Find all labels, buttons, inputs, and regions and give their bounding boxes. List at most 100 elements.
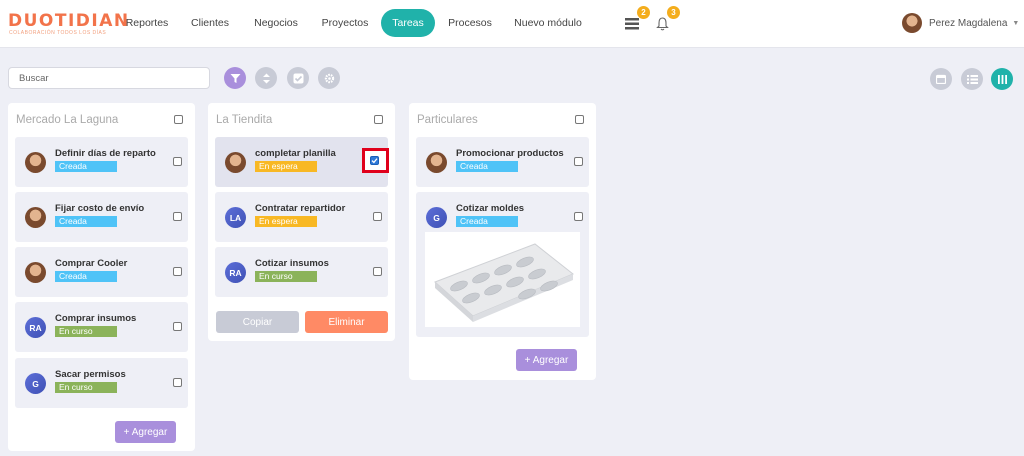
nav-negocios[interactable]: Negocios xyxy=(248,9,304,37)
task-card[interactable]: G Cotizar moldes Creada xyxy=(416,192,589,337)
task-title: Sacar permisos xyxy=(55,369,126,380)
task-checkbox-checked[interactable] xyxy=(370,156,379,165)
task-checkbox[interactable] xyxy=(173,267,182,276)
assignee-avatar: LA xyxy=(225,207,246,228)
task-title: Definir días de reparto xyxy=(55,148,156,159)
list-view-button[interactable] xyxy=(961,68,983,90)
task-card[interactable]: G Sacar permisos En curso xyxy=(15,358,188,408)
assignee-avatar xyxy=(426,152,447,173)
add-task-button[interactable]: + Agregar xyxy=(516,349,577,371)
list-icon-button[interactable]: 2 xyxy=(622,6,650,34)
task-card[interactable]: Fijar costo de envío Creada xyxy=(15,192,188,242)
task-title: completar planilla xyxy=(255,148,336,159)
assignee-avatar xyxy=(25,262,46,283)
column-checkbox[interactable] xyxy=(174,115,183,124)
nav-nuevo-modulo[interactable]: Nuevo módulo xyxy=(510,9,586,37)
assignee-avatar: G xyxy=(426,207,447,228)
board-view-button[interactable] xyxy=(991,68,1013,90)
task-title: Cotizar insumos xyxy=(255,258,329,269)
copy-button[interactable]: Copiar xyxy=(216,311,299,333)
user-name: Perez Magdalena xyxy=(929,17,1008,29)
search-input[interactable] xyxy=(8,67,210,89)
task-card-selected[interactable]: completar planilla En espera xyxy=(215,137,389,187)
task-checkbox[interactable] xyxy=(373,212,382,221)
task-title: Cotizar moldes xyxy=(456,203,525,214)
calendar-view-button[interactable] xyxy=(930,68,952,90)
task-checkbox[interactable] xyxy=(373,267,382,276)
assignee-avatar xyxy=(25,152,46,173)
sort-button[interactable] xyxy=(255,67,277,89)
column-checkbox[interactable] xyxy=(374,115,383,124)
top-bar: DUOTIDIAN COLABORACIÓN TODOS LOS DÍAS Re… xyxy=(0,0,1024,48)
list-view-icon xyxy=(966,74,978,84)
status-badge: En curso xyxy=(255,271,317,282)
column-particulares: Particulares Promocionar productos Cread… xyxy=(409,103,596,380)
status-badge: En espera xyxy=(255,161,317,172)
task-card[interactable]: Comprar Cooler Creada xyxy=(15,247,188,297)
status-badge: Creada xyxy=(456,216,518,227)
nav-procesos[interactable]: Procesos xyxy=(442,9,498,37)
bell-icon-button[interactable]: 3 xyxy=(652,6,680,34)
gear-icon xyxy=(324,73,334,83)
task-card[interactable]: RA Cotizar insumos En curso xyxy=(215,247,388,297)
bell-icon xyxy=(655,17,669,31)
task-checkbox[interactable] xyxy=(574,157,583,166)
notification-badge: 3 xyxy=(667,6,680,19)
task-attachment-image[interactable] xyxy=(425,232,580,327)
task-checkbox[interactable] xyxy=(173,212,182,221)
task-card[interactable]: Promocionar productos Creada xyxy=(416,137,589,187)
logo[interactable]: DUOTIDIAN COLABORACIÓN TODOS LOS DÍAS xyxy=(8,12,128,38)
column-title: Mercado La Laguna xyxy=(16,114,119,126)
nav-reportes[interactable]: Reportes xyxy=(120,9,174,37)
task-checkbox[interactable] xyxy=(574,212,583,221)
nav-tareas[interactable]: Tareas xyxy=(381,9,435,37)
logo-tagline: COLABORACIÓN TODOS LOS DÍAS xyxy=(9,30,107,36)
check-button[interactable] xyxy=(287,67,309,89)
status-badge: Creada xyxy=(55,161,117,172)
column-title: Particulares xyxy=(417,114,478,126)
status-badge: Creada xyxy=(456,161,518,172)
column-mercado-la-laguna: Mercado La Laguna Definir días de repart… xyxy=(8,103,195,451)
status-badge: En espera xyxy=(255,216,317,227)
column-title: La Tiendita xyxy=(216,114,273,126)
nav-proyectos[interactable]: Proyectos xyxy=(316,9,374,37)
settings-button[interactable] xyxy=(318,67,340,89)
sort-icon xyxy=(262,73,270,83)
filter-icon xyxy=(230,73,240,83)
task-title: Comprar Cooler xyxy=(55,258,128,269)
task-card[interactable]: RA Comprar insumos En curso xyxy=(15,302,188,352)
calendar-icon xyxy=(936,74,946,84)
user-menu[interactable]: Perez Magdalena ▼ xyxy=(902,12,1019,34)
assignee-avatar: RA xyxy=(25,317,46,338)
status-badge: Creada xyxy=(55,216,117,227)
list-badge: 2 xyxy=(637,6,650,19)
column-la-tiendita: La Tiendita completar planilla En espera… xyxy=(208,103,395,341)
task-title: Promocionar productos xyxy=(456,148,564,159)
add-task-button[interactable]: + Agregar xyxy=(115,421,176,443)
mold-tray-image xyxy=(434,243,574,322)
column-checkbox[interactable] xyxy=(575,115,584,124)
chevron-down-icon: ▼ xyxy=(1012,19,1020,27)
checkmark-icon xyxy=(371,158,378,164)
task-card[interactable]: LA Contratar repartidor En espera xyxy=(215,192,388,242)
assignee-avatar xyxy=(225,152,246,173)
user-avatar xyxy=(902,13,922,33)
list-icon xyxy=(625,18,639,30)
task-title: Comprar insumos xyxy=(55,313,137,324)
task-checkbox[interactable] xyxy=(173,157,182,166)
task-card[interactable]: Definir días de reparto Creada xyxy=(15,137,188,187)
task-checkbox[interactable] xyxy=(173,322,182,331)
board-view-icon xyxy=(997,74,1007,84)
status-badge: En curso xyxy=(55,326,117,337)
filter-button[interactable] xyxy=(224,67,246,89)
task-checkbox[interactable] xyxy=(173,378,182,387)
check-icon xyxy=(293,73,303,83)
assignee-avatar: RA xyxy=(225,262,246,283)
task-title: Fijar costo de envío xyxy=(55,203,145,214)
task-title: Contratar repartidor xyxy=(255,203,346,214)
assignee-avatar xyxy=(25,207,46,228)
assignee-avatar: G xyxy=(25,373,46,394)
delete-button[interactable]: Eliminar xyxy=(305,311,388,333)
logo-text: DUOTIDIAN xyxy=(8,11,130,31)
nav-clientes[interactable]: Clientes xyxy=(185,9,235,37)
